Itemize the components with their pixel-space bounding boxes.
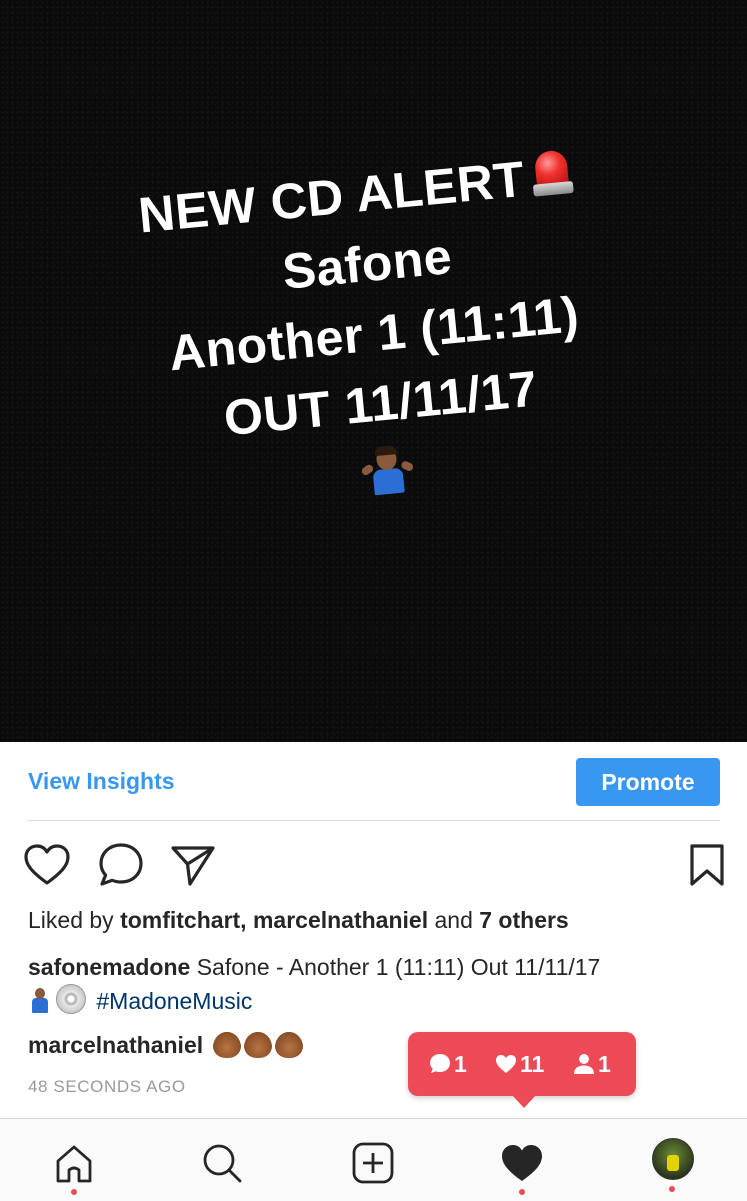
- post-caption: safonemadone Safone - Another 1 (11:11) …: [28, 950, 718, 1018]
- heart-icon[interactable]: [22, 840, 72, 890]
- bottom-tab-bar: [0, 1118, 747, 1201]
- comment-bubble-icon: [430, 1054, 450, 1073]
- story-text-overlay: NEW CD ALERT Safone Another 1 (11:11) OU…: [0, 124, 747, 535]
- notification-follows: 1: [572, 1050, 611, 1078]
- post-image[interactable]: NEW CD ALERT Safone Another 1 (11:11) OU…: [0, 0, 747, 742]
- liker-link[interactable]: marcelnathaniel: [253, 907, 428, 933]
- hashtag-link[interactable]: #MadoneMusic: [96, 988, 252, 1014]
- clapping-hands-icon: [212, 1032, 241, 1058]
- home-notification-dot: [71, 1189, 77, 1195]
- liker-link[interactable]: tomfitchart,: [120, 907, 247, 933]
- profile-avatar[interactable]: [652, 1138, 694, 1180]
- home-icon[interactable]: [52, 1141, 96, 1195]
- clapping-hands-icon: [243, 1032, 272, 1058]
- comment-username[interactable]: marcelnathaniel: [28, 1032, 203, 1058]
- caption-username[interactable]: safonemadone: [28, 954, 190, 980]
- others-likes-link[interactable]: 7 others: [479, 907, 568, 933]
- person-icon: [574, 1054, 594, 1074]
- activity-notification-dot: [519, 1189, 525, 1195]
- heart-icon: [496, 1055, 516, 1073]
- add-post-icon[interactable]: [351, 1141, 395, 1185]
- share-icon[interactable]: [168, 840, 218, 890]
- search-icon[interactable]: [200, 1141, 244, 1185]
- post-timestamp: 48 SECONDS AGO: [28, 1077, 186, 1096]
- dvd-icon: [56, 984, 86, 1014]
- profile-notification-dot: [669, 1186, 675, 1192]
- activity-notification-bubble[interactable]: 1 11 1: [408, 1032, 636, 1108]
- likes-summary: Liked by tomfitchart, marcelnathaniel an…: [28, 907, 569, 933]
- caption-text: Safone - Another 1 (11:11) Out 11/11/17: [196, 954, 601, 980]
- clapping-hands-icon: [274, 1032, 303, 1058]
- post-actions: [0, 840, 747, 896]
- person-shrugging-icon: [28, 988, 52, 1014]
- rotating-light-icon: [530, 147, 575, 199]
- notification-comments: 1: [428, 1050, 467, 1078]
- person-shrugging-icon: [359, 445, 415, 497]
- promote-button[interactable]: Promote: [576, 758, 720, 806]
- insights-bar: View Insights Promote: [28, 756, 720, 821]
- bookmark-icon[interactable]: [682, 840, 732, 890]
- notification-likes: 11: [494, 1050, 544, 1078]
- activity-heart-icon[interactable]: [500, 1141, 544, 1195]
- comment-row: marcelnathaniel: [28, 1032, 303, 1059]
- view-insights-link[interactable]: View Insights: [28, 768, 175, 795]
- comment-icon[interactable]: [96, 840, 146, 890]
